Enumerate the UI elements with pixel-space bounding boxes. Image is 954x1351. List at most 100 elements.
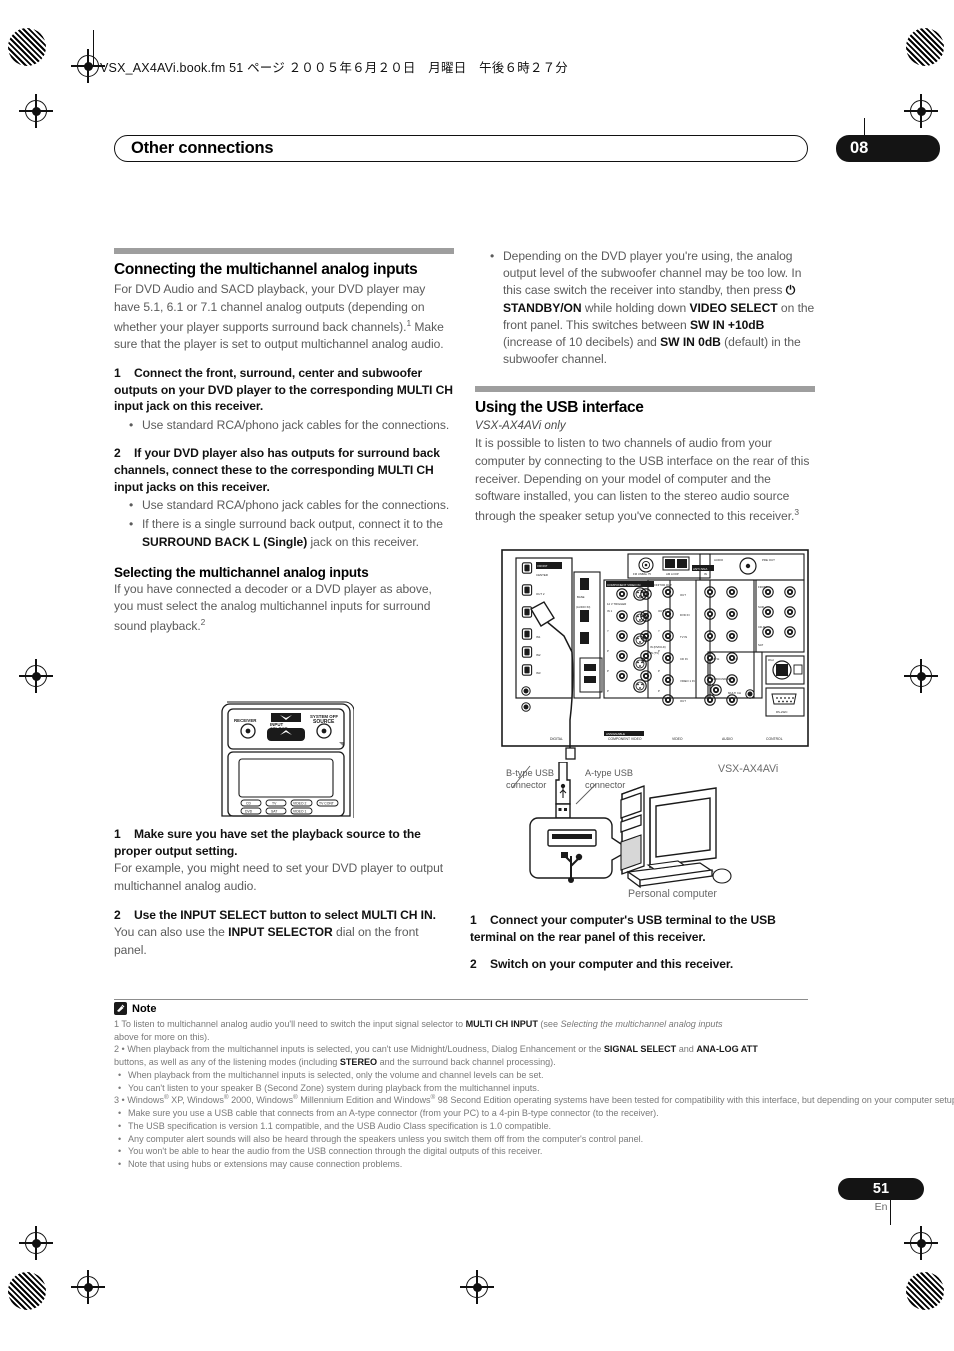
svg-text:IN3: IN3 [536, 671, 541, 675]
svg-text:Y: Y [607, 629, 609, 633]
select-step-2-text: Use the INPUT SELECT button to select MU… [134, 907, 436, 922]
footnote-3-c: 2000, Windows [228, 1095, 293, 1106]
footnote-3-e: 98 Second Edition operating systems have… [437, 1095, 954, 1106]
select-step-2-number: 2 [114, 907, 121, 922]
usb-step-1-number: 1 [470, 913, 477, 927]
multi-ch-input-term: MULTI CH INPUT [465, 1019, 538, 1029]
section-rule-usb [475, 386, 815, 393]
left-column-lower: 1 Make sure you have set the playback sou… [114, 826, 454, 960]
model-note: VSX-AX4AVi only [475, 419, 566, 433]
footnote-3-d: Millennium Edition and Windows [297, 1095, 431, 1106]
step-1-text: Connect the front, surround, center and … [114, 365, 453, 414]
svg-text:IN2: IN2 [536, 653, 541, 657]
footnote-2-bullet-1: When playback from the multichannel inpu… [114, 1069, 810, 1082]
svg-text:VIDEO: VIDEO [672, 737, 683, 741]
sw-bullet-a: Depending on the DVD player you're using… [503, 249, 802, 298]
svg-text:COMPONENT VIDEO IN: COMPONENT VIDEO IN [607, 583, 640, 587]
svg-text:OUT: OUT [680, 699, 686, 703]
registration-circle-bottom-right [906, 1272, 944, 1310]
step-1-number: 1 [114, 365, 121, 380]
svg-text:OUT: OUT [680, 593, 686, 597]
svg-text:(AUDIO IN): (AUDIO IN) [576, 605, 590, 609]
subsection-paragraph: If you have connected a decoder or a DVD… [114, 581, 454, 636]
svg-text:AM LOOP: AM LOOP [666, 572, 679, 576]
svg-text:IN (DVD/LD): IN (DVD/LD) [650, 645, 666, 649]
svg-text:AUDIO: AUDIO [722, 737, 733, 741]
usb-connection-illustration [500, 762, 810, 910]
section-rule [114, 248, 454, 254]
svg-text:IN (TV): IN (TV) [650, 651, 659, 655]
page-number: 51 [838, 1178, 924, 1200]
svg-text:SURROUND BACK: SURROUND BACK [710, 677, 735, 681]
svg-text:OUT 2: OUT 2 [536, 592, 545, 596]
registration-target-bottom-left [19, 1226, 53, 1260]
svg-text:COMPONENT VIDEO: COMPONENT VIDEO [608, 737, 642, 741]
svg-text:CENTER: CENTER [536, 573, 548, 577]
svg-text:P: P [607, 669, 609, 673]
stereo-term: STEREO [339, 1057, 378, 1068]
footnote-3-b: XP, Windows [168, 1095, 224, 1106]
subsection-text: If you have connected a decoder or a DVD… [114, 581, 432, 634]
select-step-1-body: For example, you might need to set your … [114, 861, 444, 894]
receiver-rear-panel-diagram: FRONT CENTER OUT 2 SUR. IN1 IN2 IN3 BASE… [500, 548, 810, 763]
step-2-bullet-2-a: If there is a single surround back outpu… [142, 517, 443, 532]
registration-target-mid-right [904, 659, 938, 693]
remote-control-illustration: RECEIVER INPUT SELECT SYSTEM OFF SOURCE … [218, 700, 354, 818]
footnote-1-a: 1 To listen to multichannel analog audio… [114, 1019, 466, 1029]
svg-text:CD IN: CD IN [680, 657, 688, 661]
svg-text:DVD IN: DVD IN [680, 613, 689, 617]
footnote-2-a: 2 • When playback from the multichannel … [114, 1044, 604, 1055]
sw-in-0db-term: SW IN 0dB [660, 334, 721, 349]
registration-target-mid-left [19, 659, 53, 693]
chapter-banner: Other connections [114, 135, 808, 162]
usb-step-1: 1 Connect your computer's USB terminal to… [470, 912, 815, 945]
crop-tick-left [93, 30, 94, 66]
step-2-bullet-1: Use standard RCA/phono jack cables for t… [114, 497, 454, 514]
footnote-1-line-2: above for more on this). [114, 1031, 210, 1042]
svg-text:SOURCE: SOURCE [313, 719, 335, 725]
svg-text:VIDEO 1 IN: VIDEO 1 IN [680, 679, 695, 683]
select-step-1-text: Make sure you have set the playback sour… [114, 827, 421, 858]
usb-step-2-number: 2 [470, 957, 477, 972]
svg-text:DVD: DVD [245, 809, 253, 813]
input-selector-term: INPUT SELECTOR [228, 925, 333, 940]
footnote-3-a: 3 • Windows [114, 1095, 164, 1106]
svg-text:DIGITAL: DIGITAL [550, 737, 563, 741]
svg-text:MONITOR OUT: MONITOR OUT [652, 583, 672, 587]
svg-text:FRONT: FRONT [538, 564, 548, 568]
footnote-3-bullet-3: Any computer alert sounds will also be h… [114, 1133, 810, 1146]
select-step-2: 2 Use the INPUT SELECT button to select M… [114, 907, 454, 924]
intro-text-a: For DVD Audio and SACD playback, your DV… [114, 282, 426, 334]
svg-text:FM UNBAL 75: FM UNBAL 75 [633, 572, 651, 576]
note-header: Note [114, 1002, 156, 1015]
step-2-text: If your DVD player also has outputs for … [114, 446, 440, 494]
page-language: En [874, 1201, 888, 1213]
section-heading-usb: Using the USB interface [475, 399, 644, 417]
registration-circle-top-left [8, 28, 46, 66]
svg-text:CONTROL: CONTROL [766, 737, 783, 741]
usb-intro-paragraph: It is possible to listen to two channels… [475, 435, 815, 525]
registration-target-left [19, 94, 53, 128]
svg-text:IN1: IN1 [536, 635, 541, 639]
svg-text:Y: Y [658, 629, 660, 633]
sw-bullet-c: while holding down [581, 300, 690, 315]
footnote-3-line-1: 3 • Windows® XP, Windows® 2000, Windows®… [114, 1094, 954, 1107]
note-divider [114, 999, 808, 1000]
svg-text:FRONT: FRONT [758, 585, 768, 589]
select-step-2-body: You can also use the INPUT SELECTOR dial… [114, 924, 454, 959]
svg-text:CD: CD [246, 801, 251, 805]
subwoofer-level-bullet: Depending on the DVD player you're using… [475, 248, 815, 368]
surround-back-l-term: SURROUND BACK L (Single) [142, 534, 308, 549]
left-column: Connecting the multichannel analog input… [114, 248, 454, 636]
registration-target-bottom-right [904, 1226, 938, 1260]
select-step-2-body-a: You can also use the [114, 925, 229, 940]
step-1: 1 Connect the front, surround, center and… [114, 365, 454, 415]
svg-text:IN 1: IN 1 [607, 609, 613, 613]
registration-circle-top-right [906, 28, 944, 66]
registration-target-bottom-center [460, 1270, 494, 1304]
svg-text:PRE OUT: PRE OUT [762, 558, 775, 562]
remote-label-receiver: RECEIVER [234, 718, 257, 723]
svg-text:AUDIO: AUDIO [714, 558, 724, 562]
footnote-2-e: buttons, as well as any of the listening… [114, 1057, 340, 1068]
svg-text:12 V TRIGGER: 12 V TRIGGER [607, 602, 626, 606]
